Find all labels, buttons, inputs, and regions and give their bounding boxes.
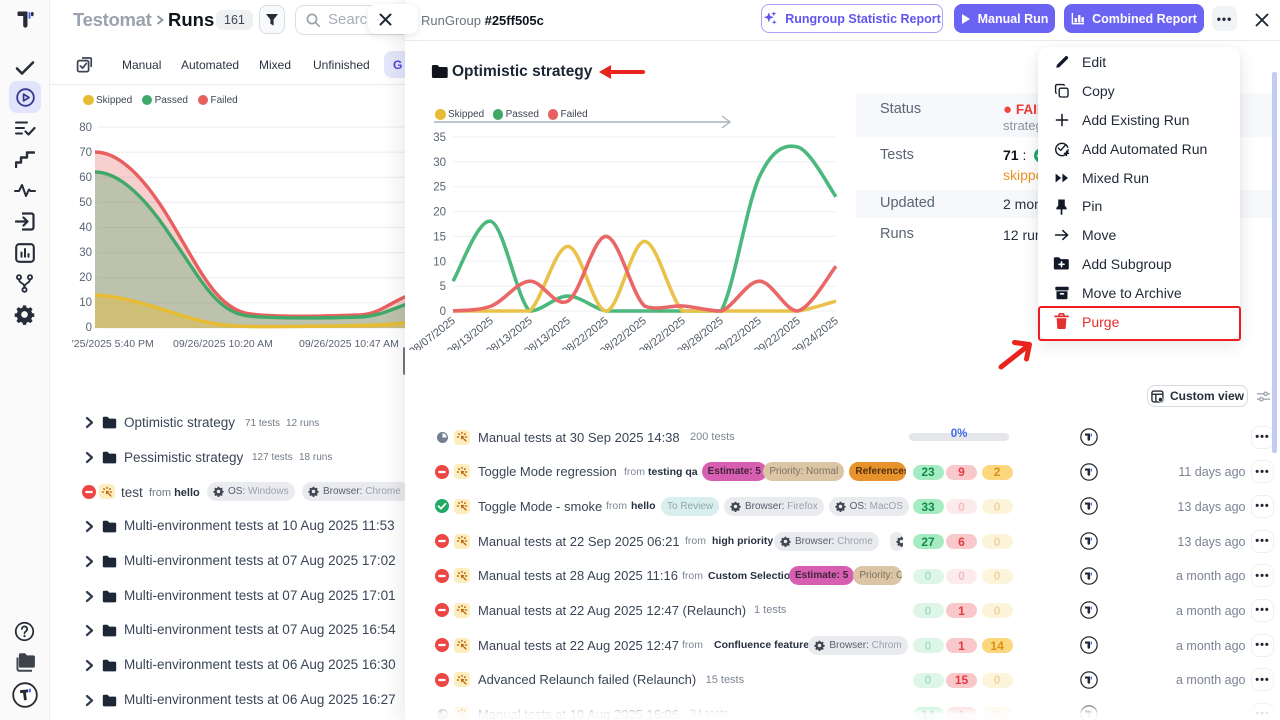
svg-text:30: 30 xyxy=(79,247,92,259)
svg-text:70: 70 xyxy=(79,147,92,159)
svg-text:40: 40 xyxy=(79,222,92,234)
svg-text:'25/2025 5:40 PM: '25/2025 5:40 PM xyxy=(72,338,154,350)
svg-text:20: 20 xyxy=(79,272,92,284)
svg-text:60: 60 xyxy=(79,172,92,184)
svg-text:09/26/2025 10:47 AM: 09/26/2025 10:47 AM xyxy=(299,338,399,350)
svg-text:10: 10 xyxy=(79,297,92,309)
svg-text:50: 50 xyxy=(79,197,92,209)
svg-text:09/26/2025 10:20 AM: 09/26/2025 10:20 AM xyxy=(173,338,273,350)
svg-text:0: 0 xyxy=(86,322,92,334)
svg-text:80: 80 xyxy=(79,122,92,134)
